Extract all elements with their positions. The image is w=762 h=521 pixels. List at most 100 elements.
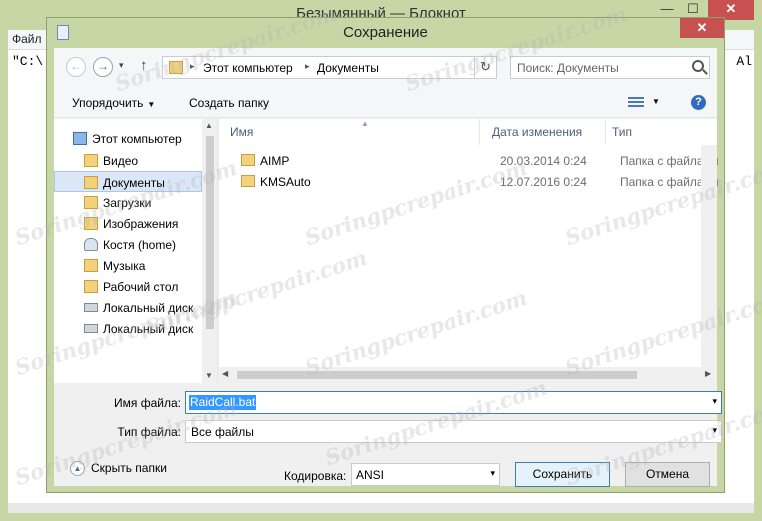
nav-item-documents[interactable]: Документы [54, 171, 202, 192]
file-row[interactable]: AIMP 20.03.2014 0:24 Папка с файлами [219, 150, 719, 171]
save-dialog: Сохранение ✕ ← → ▾ ↑ ▸ Этот компьютер ▸ … [46, 17, 725, 493]
dialog-body: ← → ▾ ↑ ▸ Этот компьютер ▸ Документы ▾ ↻… [54, 48, 722, 487]
breadcrumb-this-pc[interactable]: Этот компьютер [203, 61, 293, 75]
new-folder-button[interactable]: Создать папку [189, 96, 269, 110]
view-options-icon[interactable] [628, 95, 644, 109]
nav-item-downloads[interactable]: Загрузки [54, 192, 202, 213]
cancel-button[interactable]: Отмена [625, 462, 710, 487]
nav-item-label: Рабочий стол [103, 280, 179, 294]
filetype-label: Тип файла: [117, 425, 181, 439]
nav-item-label: Локальный диск [103, 301, 194, 315]
chevron-right-icon[interactable]: ▸ [190, 61, 195, 72]
help-button[interactable]: ? [691, 95, 706, 110]
search-input[interactable]: Поиск: Документы [510, 56, 710, 79]
nav-item-local-disk-2[interactable]: Локальный диск [54, 318, 202, 339]
drive-icon [84, 303, 98, 312]
nav-item-video[interactable]: Видео [54, 150, 202, 171]
folder-icon [84, 176, 98, 189]
column-header-date[interactable]: Дата изменения [486, 119, 606, 145]
folder-icon [241, 175, 255, 187]
navigation-pane[interactable]: Этот компьютер Видео Документы Загрузки … [54, 119, 218, 383]
scroll-right-icon[interactable]: ▶ [705, 369, 711, 378]
dialog-title: Сохранение [343, 24, 428, 41]
hide-folders-label: Скрыть папки [91, 461, 167, 475]
sort-ascending-icon: ▲ [361, 119, 369, 128]
folder-icon [84, 280, 98, 293]
filetype-value: Все файлы [191, 425, 254, 439]
folder-icon [84, 154, 98, 167]
nav-item-pictures[interactable]: Изображения [54, 213, 202, 234]
filetype-select[interactable]: Все файлы ▾ [185, 420, 722, 443]
dialog-close-button[interactable]: ✕ [680, 18, 724, 38]
folder-icon [241, 154, 255, 166]
menu-file[interactable]: Файл [12, 32, 42, 46]
encoding-label: Кодировка: [284, 469, 347, 483]
nav-item-desktop[interactable]: Рабочий стол [54, 276, 202, 297]
editor-text: "C:\ [12, 54, 44, 69]
file-name: AIMP [260, 154, 290, 168]
nav-item-music[interactable]: Музыка [54, 255, 202, 276]
file-list[interactable]: Имя ▲ Дата изменения Тип AIMP 20.03.2014… [219, 119, 719, 383]
nav-item-label: Костя (home) [103, 238, 177, 252]
folder-icon [84, 259, 98, 272]
search-icon [692, 60, 704, 72]
chevron-right-icon[interactable]: ▸ [305, 61, 310, 72]
encoding-select[interactable]: ANSI ▾ [351, 463, 500, 486]
scroll-up-icon[interactable]: ▲ [205, 121, 213, 130]
editor-text-right: Al [736, 54, 752, 69]
search-placeholder: Поиск: Документы [517, 61, 619, 75]
nav-item-label: Изображения [103, 217, 179, 231]
folder-icon [84, 196, 98, 209]
command-toolbar: Упорядочить ▼ Создать папку ▼ ? [54, 88, 717, 118]
nav-item-label: Этот компьютер [92, 132, 182, 146]
file-date: 20.03.2014 0:24 [500, 154, 587, 168]
user-icon [84, 238, 98, 251]
organize-button[interactable]: Упорядочить ▼ [72, 96, 155, 110]
folder-icon [84, 217, 98, 230]
file-date: 12.07.2016 0:24 [500, 175, 587, 189]
nav-pane-scroll-thumb[interactable] [206, 136, 214, 329]
chevron-down-icon[interactable]: ▾ [712, 396, 717, 407]
file-row[interactable]: KMSAuto 12.07.2016 0:24 Папка с файлами [219, 171, 719, 192]
scroll-down-icon[interactable]: ▼ [205, 371, 213, 380]
save-button[interactable]: Сохранить [515, 462, 610, 487]
forward-button[interactable]: → [93, 57, 113, 77]
filename-value: RaidCall.bat [189, 395, 257, 410]
drive-icon [84, 324, 98, 333]
file-list-vertical-scrollbar[interactable] [701, 145, 717, 367]
nav-item-label: Видео [103, 154, 139, 168]
view-dropdown[interactable]: ▼ [652, 97, 660, 106]
chevron-down-icon: ▼ [147, 100, 156, 109]
column-header-type[interactable]: Тип [606, 119, 716, 145]
nav-item-label: Документы [103, 176, 165, 190]
chevron-down-icon: ▾ [712, 425, 717, 435]
recent-locations-dropdown[interactable]: ▾ [119, 60, 124, 71]
horizontal-scroll-thumb[interactable] [237, 371, 637, 379]
address-bar[interactable]: ▸ Этот компьютер ▸ Документы ▾ [162, 56, 495, 79]
document-icon [57, 25, 69, 40]
scroll-left-icon[interactable]: ◀ [222, 369, 228, 378]
back-button[interactable]: ← [66, 57, 86, 77]
chevron-up-icon: ▲ [70, 461, 85, 477]
nav-item-local-disk-1[interactable]: Локальный диск [54, 297, 202, 318]
filename-input[interactable]: RaidCall.bat ▾ [185, 391, 722, 414]
nav-item-label: Музыка [103, 259, 146, 273]
computer-icon [73, 132, 87, 145]
hide-folders-button[interactable]: ▲ Скрыть папки [70, 461, 167, 477]
encoding-value: ANSI [356, 468, 385, 482]
organize-label: Упорядочить [72, 96, 144, 110]
notepad-statusbar [8, 503, 754, 513]
nav-item-label: Загрузки [103, 196, 152, 210]
column-header-name[interactable]: Имя [224, 119, 480, 145]
file-list-horizontal-scrollbar[interactable]: ◀ ▶ [219, 367, 717, 383]
folder-icon [169, 61, 183, 74]
nav-item-this-pc[interactable]: Этот компьютер [54, 128, 202, 149]
refresh-button[interactable]: ↻ [474, 56, 497, 79]
filename-label: Имя файла: [114, 396, 181, 410]
nav-item-home[interactable]: Костя (home) [54, 234, 202, 255]
up-button[interactable]: ↑ [140, 57, 148, 74]
nav-item-label: Локальный диск [103, 322, 194, 336]
breadcrumb-documents[interactable]: Документы [317, 61, 379, 75]
save-form: Имя файла: RaidCall.bat ▾ Тип файла: Все… [54, 383, 722, 487]
file-name: KMSAuto [260, 175, 311, 189]
